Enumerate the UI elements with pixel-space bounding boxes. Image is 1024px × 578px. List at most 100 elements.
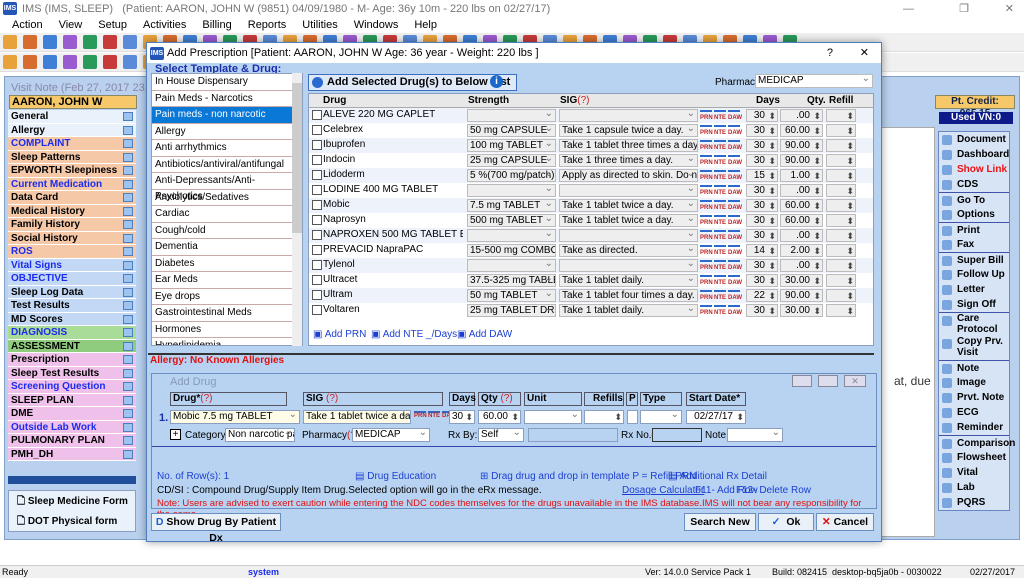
qty-spinner[interactable]: 60.00 [780,214,823,227]
sig-select[interactable]: Take 1 tablet four times a day. [559,289,698,302]
sig-select[interactable]: Take 1 tablet twice a day. [559,214,698,227]
prn-nte-daw-icons[interactable]: PRNNTEDAW [700,215,742,228]
refill-spinner[interactable] [826,154,856,167]
toolbar-button-icon[interactable] [23,35,37,49]
note-icon[interactable] [123,341,133,351]
note-icon[interactable] [123,139,133,148]
menu-windows[interactable]: Windows [346,18,407,33]
note-icon[interactable] [123,395,133,405]
pharmacy-select[interactable]: MEDICAP [352,428,430,442]
qty-spinner[interactable]: 30.00 [780,304,823,317]
template-item[interactable]: Pain Meds - Narcotics [152,91,302,107]
template-item[interactable]: In House Dispensary [152,74,302,91]
drug-checkbox[interactable] [312,245,322,255]
drug-row[interactable]: Mobic 7.5 mg TABLETTake 1 tablet twice a … [309,198,873,213]
note-icon[interactable] [123,206,133,216]
template-item[interactable]: Allergy [152,124,302,140]
qty-spinner[interactable]: 60.00 [780,199,823,212]
refill-spinner[interactable] [826,184,856,197]
action-comparison[interactable]: Comparison [939,435,1015,450]
strength-select[interactable]: 25 mg TABLET DR [467,304,556,317]
rxno-field[interactable] [652,428,702,442]
action-options[interactable]: Options [939,207,1009,222]
col-qty[interactable]: Qty. [807,95,826,106]
prn-checkbox[interactable] [627,410,638,424]
strength-select[interactable]: 5 %(700 mg/patch) A [467,169,556,182]
action-vital[interactable]: Vital [939,465,1009,480]
toolbar-button-icon[interactable] [83,55,97,69]
drug-checkbox[interactable] [312,110,322,120]
note-icon[interactable] [123,422,133,432]
sig-select[interactable] [559,109,698,122]
prn-nte-daw-icons[interactable]: PRNNTEDAW [700,140,742,153]
drug-checkbox[interactable] [312,200,322,210]
days-spinner[interactable]: 30 [746,199,778,212]
help-button[interactable]: ? [827,43,833,63]
refill-spinner[interactable] [826,199,856,212]
note-icon[interactable] [123,301,133,310]
rxby-select[interactable]: Self [478,428,524,442]
template-item[interactable]: Cardiac [152,206,302,223]
prn-nte-daw-icons[interactable]: PRNNTEDAW [700,260,742,273]
sig-input[interactable]: Take 1 tablet twice a day. [303,410,411,424]
action-follow-up[interactable]: Follow Up [939,267,1009,282]
sidebar-item-family-history[interactable]: Family History [8,218,136,232]
action-sign-off[interactable]: Sign Off [939,297,1009,312]
days-spinner[interactable]: 30 [746,154,778,167]
close-button[interactable]: ✕ [860,43,869,63]
cancel-button[interactable]: ✕ Cancel [816,513,874,531]
menu-billing[interactable]: Billing [194,18,239,33]
note-icon[interactable] [123,436,133,445]
prn-nte-daw-icons[interactable]: PRNNTEDAW [700,155,742,168]
qty-spinner[interactable]: 90.00 [780,289,823,302]
sig-select[interactable] [559,229,698,242]
drug-row[interactable]: LODINE 400 MG TABLET PRNNTEDAW 30.00 [309,183,873,198]
action-document[interactable]: Document [939,132,1009,147]
action-super-bill[interactable]: Super Bill [939,252,1009,267]
dosage-calculator-link[interactable]: Dosage Calculator [622,485,704,496]
strength-select[interactable] [467,259,556,272]
info-icon[interactable]: i [490,75,503,88]
days-spinner[interactable]: 30 [746,274,778,287]
note-icon[interactable] [123,125,133,135]
toolbar-button-icon[interactable] [63,35,77,49]
category-select[interactable]: Non narcotic pa [225,428,295,442]
note-area[interactable]: at, due [881,127,935,537]
refill-spinner[interactable] [826,169,856,182]
note-icon[interactable] [123,193,133,202]
days-spinner[interactable]: 30 [746,184,778,197]
sidebar-item-prescription[interactable]: Prescription [8,353,136,367]
unit-select[interactable] [524,410,582,424]
action-image[interactable]: Image [939,375,1009,390]
drug-row[interactable]: NAPROXEN 500 MG TABLET EC PRNNTEDAW 30.00 [309,228,873,243]
sidebar-item-data-card[interactable]: Data Card [8,191,136,205]
drug-checkbox[interactable] [312,170,322,180]
days-spinner[interactable]: 30 [746,139,778,152]
template-item[interactable]: Anti-Depressants/Anti- Psychotics [152,173,302,202]
days-spinner[interactable]: 30 [746,229,778,242]
start-date-input[interactable]: 02/27/17 [686,410,746,424]
action-pqrs[interactable]: PQRS [939,495,1009,510]
action-ecg[interactable]: ECG [939,405,1009,420]
sidebar-item-general[interactable]: General [8,110,136,124]
add-daw-link[interactable]: ▣ Add DAW [457,329,512,340]
refill-spinner[interactable] [826,109,856,122]
qty-spinner[interactable]: 60.00 [780,124,823,137]
note-icon[interactable] [123,274,133,283]
prn-nte-daw-icons[interactable]: PRNNTEDAW [700,245,742,258]
qty-input[interactable]: 60.00 [478,410,521,424]
action-fax[interactable]: Fax [939,237,1009,252]
drug-row[interactable]: Lidoderm 5 %(700 mg/patch) AApply as dire… [309,168,873,183]
template-item[interactable]: Anti arrhythmics [152,140,302,157]
template-item[interactable]: Dementia [152,239,302,256]
action-lab[interactable]: Lab [939,480,1009,495]
drug-checkbox[interactable] [312,260,322,270]
drug-checkbox[interactable] [312,290,322,300]
note-select[interactable] [727,428,783,442]
strength-select[interactable] [467,109,556,122]
template-item[interactable]: Antibiotics/antiviral/antifungal [152,157,302,173]
type-select[interactable] [640,410,682,424]
sig-select[interactable]: Take 1 tablet daily. [559,274,698,287]
drug-input[interactable]: Mobic 7.5 mg TABLET [170,410,300,424]
template-item[interactable]: Pain meds - non narcotic [152,107,302,124]
